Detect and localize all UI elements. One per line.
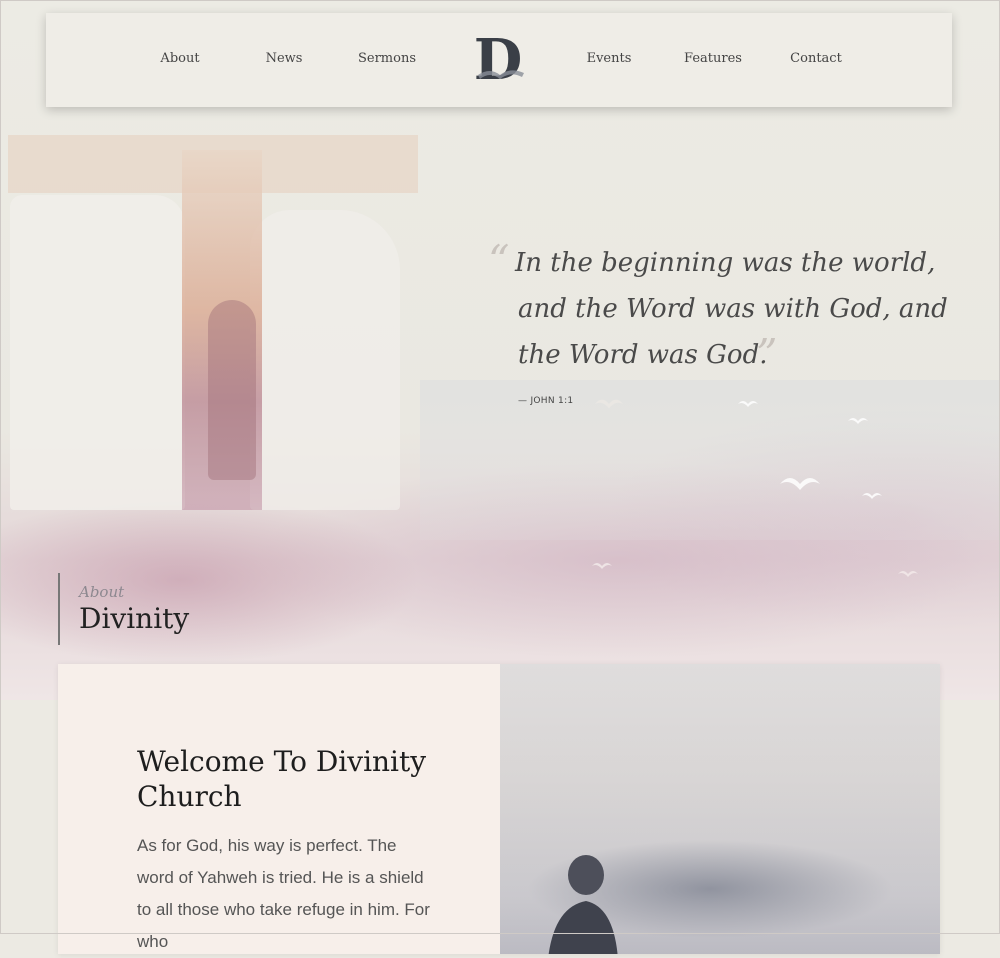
main-navbar: About News Sermons D Events Features Con… xyxy=(46,13,952,107)
nav-link-news[interactable]: News xyxy=(266,51,303,66)
section-accent-bar xyxy=(58,573,60,645)
mist-layer xyxy=(420,380,1000,540)
bird-icon xyxy=(848,418,868,424)
divinity-logo[interactable]: D xyxy=(472,31,528,89)
quote-line: and the Word was with God, and xyxy=(518,294,948,324)
welcome-image xyxy=(500,664,940,954)
bird-icon xyxy=(780,478,820,490)
section-title: Divinity xyxy=(79,602,190,635)
quote-citation: — JOHN 1:1 xyxy=(518,396,574,406)
nav-link-contact[interactable]: Contact xyxy=(790,51,842,66)
rock-formation-middle xyxy=(250,210,400,510)
person-silhouette xyxy=(548,855,618,954)
open-quote-icon: “ xyxy=(488,236,510,285)
section-kicker: About xyxy=(79,583,125,601)
bird-icon xyxy=(738,401,758,407)
welcome-heading: Welcome To Divinity Church xyxy=(137,745,427,813)
nav-link-about[interactable]: About xyxy=(160,51,199,66)
scripture-quote: In the beginning was the world, and the … xyxy=(515,240,948,378)
nav-link-events[interactable]: Events xyxy=(587,51,632,66)
quote-line: the Word was God. xyxy=(518,340,768,370)
close-quote-icon: ” xyxy=(756,330,778,379)
nav-link-features[interactable]: Features xyxy=(684,51,742,66)
bird-icon xyxy=(898,571,918,577)
rock-formation-left xyxy=(10,195,185,510)
nav-link-sermons[interactable]: Sermons xyxy=(358,51,416,66)
welcome-paragraph: As for God, his way is perfect. The word… xyxy=(137,836,430,951)
bird-icon xyxy=(862,493,882,499)
bird-icon xyxy=(592,563,612,569)
quote-line: In the beginning was the world, xyxy=(515,248,936,278)
bird-icon xyxy=(595,399,623,409)
svg-text:D: D xyxy=(474,31,523,89)
silhouette-figure xyxy=(208,300,256,480)
